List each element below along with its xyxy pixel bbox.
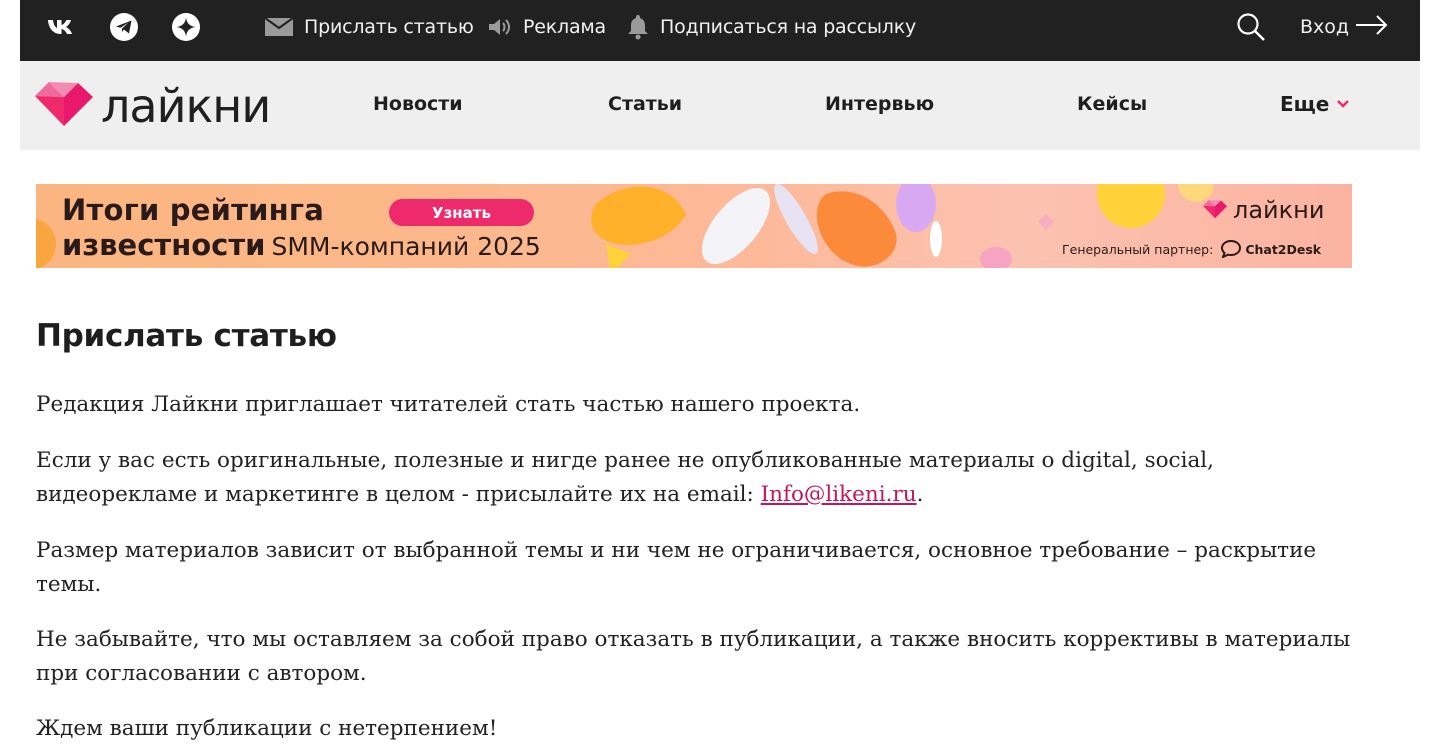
page-title: Прислать статью (36, 318, 337, 354)
paragraph-email-line2: видеорекламе и маркетинге в целом - прис… (36, 482, 761, 507)
paragraph-closing: Ждем ваши публикации с нетерпением! (36, 716, 498, 741)
nav-more[interactable]: Еще (1280, 92, 1350, 116)
bell-icon (626, 14, 650, 40)
search-icon[interactable] (1236, 12, 1266, 42)
envelope-icon (264, 17, 294, 37)
login-label: Вход (1300, 16, 1350, 38)
banner-learn-button[interactable]: Узнать (389, 199, 534, 226)
banner-title-line2: известности SMM-компаний 2025 (62, 228, 541, 262)
rating-banner[interactable]: Итоги рейтинга известности SMM-компаний 2… (36, 184, 1352, 268)
nav-interview[interactable]: Интервью (825, 93, 934, 115)
paragraph-intro: Редакция Лайкни приглашает читателей ста… (36, 392, 861, 417)
nav-articles[interactable]: Статьи (608, 93, 682, 115)
logo-text: лайкни (101, 79, 271, 133)
chat-bubble-icon (1221, 240, 1242, 258)
zen-icon[interactable] (172, 13, 200, 41)
partner-label: Генеральный партнер: (1062, 241, 1214, 257)
heart-logo-icon (1203, 200, 1227, 219)
login-link[interactable]: Вход (1300, 0, 1389, 54)
paragraph-rights: Не забывайте, что мы оставляем за собой … (36, 627, 1351, 686)
banner-brand: лайкни (1203, 196, 1324, 224)
banner-title-line1: Итоги рейтинга (62, 193, 325, 227)
main-nav: лайкни Новости Статьи Интервью Кейсы Еще (20, 61, 1420, 150)
send-article-link[interactable]: Прислать статью (264, 0, 474, 54)
ads-link[interactable]: Реклама (487, 0, 606, 54)
nav-cases[interactable]: Кейсы (1077, 93, 1147, 115)
speaker-icon (487, 17, 513, 37)
banner-title-light: SMM-компаний 2025 (271, 232, 541, 261)
telegram-icon[interactable] (110, 13, 138, 41)
subscribe-link[interactable]: Подписаться на рассылку (626, 0, 916, 54)
arrow-right-icon (1355, 15, 1389, 39)
vk-icon[interactable] (47, 13, 75, 41)
site-logo[interactable]: лайкни (35, 79, 271, 133)
paragraph-size: Размер материалов зависит от выбранной т… (36, 538, 1317, 597)
ads-label: Реклама (523, 16, 606, 38)
banner-brand-name: лайкни (1233, 196, 1325, 224)
nav-news[interactable]: Новости (373, 93, 463, 115)
top-bar: Прислать статью Реклама Подписаться на р… (20, 0, 1420, 61)
heart-logo-icon (35, 82, 93, 126)
banner-partner: Генеральный партнер: Chat2Desk (1062, 240, 1321, 258)
send-article-label: Прислать статью (304, 16, 474, 38)
subscribe-label: Подписаться на рассылку (660, 16, 917, 38)
nav-more-label: Еще (1280, 92, 1330, 116)
email-link[interactable]: Info@likeni.ru (761, 482, 917, 507)
paragraph-email-line1: Если у вас есть оригинальные, полезные и… (36, 448, 1215, 473)
banner-title-bold: известности (62, 228, 266, 262)
chevron-down-icon (1337, 100, 1350, 108)
paragraph-email-end: . (916, 482, 924, 507)
paragraph-email: Если у вас есть оригинальные, полезные и… (36, 444, 1356, 512)
article-content: Прислать статью Редакция Лайкни приглаша… (36, 318, 1366, 741)
partner-name: Chat2Desk (1245, 241, 1322, 257)
